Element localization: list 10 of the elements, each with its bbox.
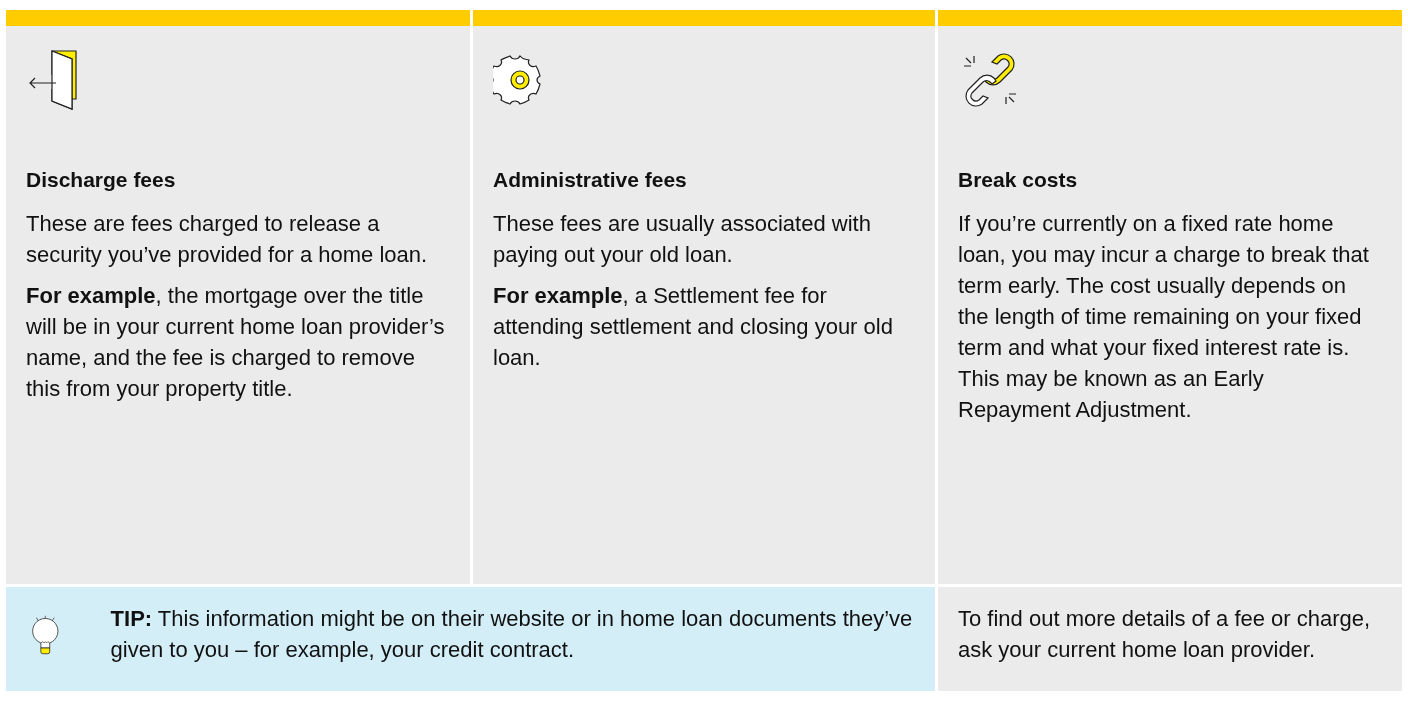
tip-text: TIP: This information might be on their website or in home loan documents they’ve given to you – for example, your credit contract.: [110, 605, 914, 664]
fee-description: For example, a Settlement fee for attending settlement and closing your old loan.: [493, 282, 894, 372]
fee-description: These are fees charged to release a security you’ve provided for a home loan.: [26, 210, 429, 269]
fee-description: If you’re currently on a fixed rate home loan, you may incur a charge to break that term early. The cost usually depends on the length of time remaining on your fixed term and what your fixed interest rate is. This may be known as an Early Repayment Adjustment.: [958, 210, 1370, 424]
fee-heading: Break costs: [958, 167, 1079, 193]
fee-description: For example, the mortgage over the title will be in your current home loan provider’s name, and the fee is charged to remove this from your property title.: [26, 282, 446, 403]
fee-heading: Discharge fees: [26, 167, 177, 193]
fee-description: These fees are usually associated with paying out your old loan.: [493, 210, 872, 269]
note-text: To find out more details of a fee or charge, ask your current home loan provider.: [958, 605, 1372, 664]
fee-heading: Administrative fees: [493, 167, 688, 193]
